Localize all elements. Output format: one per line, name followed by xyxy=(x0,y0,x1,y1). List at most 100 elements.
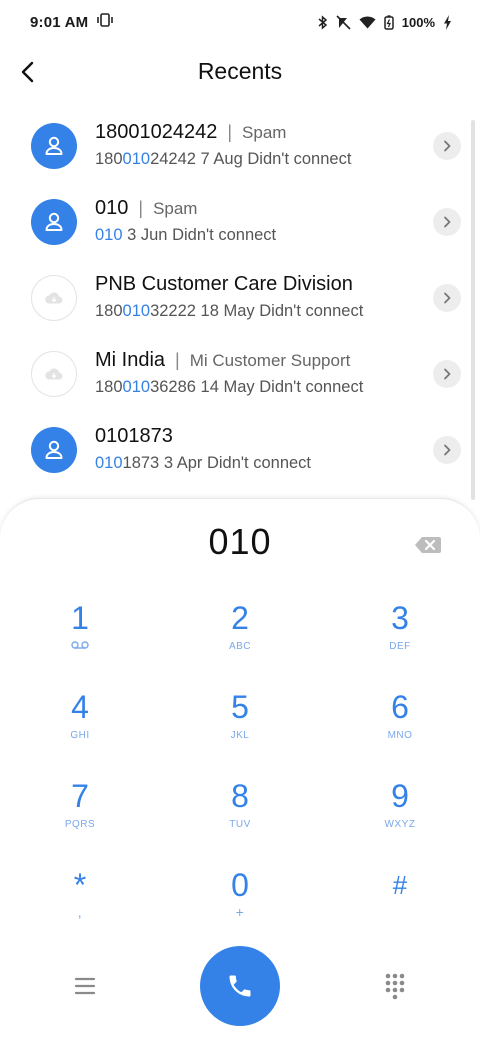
battery-icon xyxy=(384,14,394,30)
backspace-button[interactable] xyxy=(414,535,442,555)
chevron-right-icon xyxy=(444,368,451,380)
contact-name: 0101873 xyxy=(95,425,173,447)
key-letters: GHI xyxy=(70,730,90,741)
chevron-right-icon xyxy=(444,216,451,228)
call-details: 0101873 3 Apr Didn't connect xyxy=(95,454,311,473)
recent-call-row[interactable]: 010 | Spam 010 3 Jun Didn't connect xyxy=(0,184,470,260)
person-icon xyxy=(45,136,63,155)
contact-avatar xyxy=(31,275,77,321)
key-5[interactable]: 5 JKL xyxy=(180,688,300,768)
key-digit: 1 xyxy=(71,600,89,636)
call-date: 14 May xyxy=(200,378,255,396)
contact-name: PNB Customer Care Division xyxy=(95,273,353,295)
separator: | xyxy=(175,350,180,370)
key-letters: + xyxy=(235,904,245,920)
call-date: 7 Aug xyxy=(200,150,243,168)
call-details-button[interactable] xyxy=(433,360,461,388)
status-left: 9:01 AM xyxy=(30,13,114,31)
number-match: 010 xyxy=(122,378,151,396)
recent-call-row[interactable]: Mi India | Mi Customer Support 18001036286… xyxy=(0,336,470,412)
key-letters: ABC xyxy=(228,641,252,652)
person-icon xyxy=(45,440,63,459)
key-letters: WXYZ xyxy=(384,819,416,830)
key-6[interactable]: 6 MNO xyxy=(340,688,460,768)
key-star[interactable]: * , xyxy=(20,866,140,946)
call-details: 18001036286 14 May Didn't connect xyxy=(95,378,363,397)
key-letters: JKL xyxy=(230,730,250,741)
number-suffix: 32222 xyxy=(150,302,196,320)
status-time: 9:01 AM xyxy=(30,13,89,31)
key-digit: 9 xyxy=(391,778,409,814)
recents-list: 18001024242 | Spam 18001024242 7 Aug Didn'… xyxy=(0,108,470,488)
backspace-icon xyxy=(415,537,441,553)
status-bar: 9:01 AM 100% xyxy=(0,0,480,44)
number-suffix: 24242 xyxy=(150,150,196,168)
voicemail-icon xyxy=(71,641,89,652)
caller-label: Mi Customer Support xyxy=(189,351,351,370)
call-details-button[interactable] xyxy=(433,284,461,312)
key-digit: 4 xyxy=(71,689,89,725)
number-prefix: 180 xyxy=(95,150,123,168)
key-7[interactable]: 7 PQRS xyxy=(20,777,140,857)
wifi-icon xyxy=(359,15,376,29)
call-status: Didn't connect xyxy=(206,454,312,472)
number-prefix: 180 xyxy=(95,378,123,396)
key-digit: 2 xyxy=(231,600,249,636)
call-details-button[interactable] xyxy=(433,132,461,160)
call-details-button[interactable] xyxy=(433,208,461,236)
key-digit: # xyxy=(392,870,408,900)
dialed-number-display: 010 xyxy=(208,521,272,562)
contact-name-line: PNB Customer Care Division xyxy=(95,273,353,296)
separator: | xyxy=(227,122,233,142)
contact-avatar xyxy=(31,123,77,169)
call-status: Didn't connect xyxy=(172,226,277,244)
call-status: Didn't connect xyxy=(259,378,364,396)
call-details: 010 3 Jun Didn't connect xyxy=(95,226,276,245)
charging-icon xyxy=(443,14,452,30)
key-digit: 6 xyxy=(391,689,409,725)
key-digit: 0 xyxy=(231,867,249,903)
key-2[interactable]: 2 ABC xyxy=(180,599,300,679)
menu-button[interactable] xyxy=(72,974,98,998)
contact-avatar xyxy=(31,427,77,473)
call-details: 18001024242 7 Aug Didn't connect xyxy=(95,150,351,169)
call-status: Didn't connect xyxy=(259,302,364,320)
scrollbar[interactable] xyxy=(471,120,475,500)
separator: | xyxy=(138,198,144,218)
call-status: Didn't connect xyxy=(247,150,352,168)
key-letters: PQRS xyxy=(64,819,96,830)
recent-call-row[interactable]: 18001024242 | Spam 18001024242 7 Aug Didn'… xyxy=(0,108,470,184)
spam-tag: Spam xyxy=(242,123,287,142)
key-hash[interactable]: # xyxy=(340,866,460,946)
key-1[interactable]: 1 xyxy=(20,599,140,679)
keypad-toggle-button[interactable] xyxy=(384,972,406,1000)
number-match: 010 xyxy=(122,302,151,320)
call-details-button[interactable] xyxy=(433,436,461,464)
contact-name-line: 0101873 xyxy=(95,425,173,448)
cloud-icon xyxy=(45,368,63,380)
mute-icon xyxy=(336,14,351,30)
chevron-right-icon xyxy=(444,140,451,152)
cloud-icon xyxy=(45,292,63,304)
key-letters: , xyxy=(77,904,83,920)
recent-call-row[interactable]: PNB Customer Care Division 18001032222 1… xyxy=(0,260,470,336)
status-right: 100% xyxy=(318,14,452,30)
number-suffix: 36286 xyxy=(150,378,196,396)
menu-icon xyxy=(74,977,96,995)
call-date: 18 May xyxy=(200,302,255,320)
key-4[interactable]: 4 GHI xyxy=(20,688,140,768)
key-9[interactable]: 9 WXYZ xyxy=(340,777,460,857)
vibrate-icon xyxy=(96,13,114,31)
bottom-action-bar xyxy=(0,946,480,1026)
recent-call-row[interactable]: 0101873 0101873 3 Apr Didn't connect xyxy=(0,412,470,488)
battery-percent: 100% xyxy=(401,14,435,30)
call-button[interactable] xyxy=(200,946,280,1026)
key-0[interactable]: 0 + xyxy=(180,866,300,946)
key-3[interactable]: 3 DEF xyxy=(340,599,460,679)
key-8[interactable]: 8 TUV xyxy=(180,777,300,857)
spam-tag: Spam xyxy=(153,199,198,218)
number-prefix: 180 xyxy=(95,302,123,320)
chevron-right-icon xyxy=(444,292,451,304)
number-match: 010 xyxy=(95,226,123,244)
phone-icon xyxy=(229,975,251,997)
